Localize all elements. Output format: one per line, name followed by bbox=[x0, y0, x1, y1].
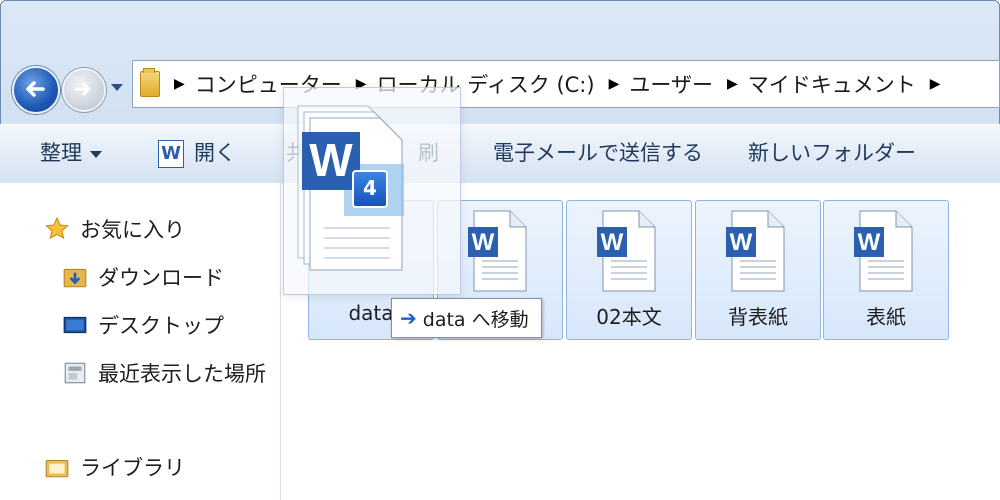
recent-places-icon bbox=[62, 360, 88, 386]
nav-item-downloads[interactable]: ダウンロード bbox=[62, 262, 224, 292]
nav-item-label: 最近表示した場所 bbox=[98, 362, 266, 386]
new-folder-button[interactable]: 新しいフォルダー bbox=[748, 137, 916, 167]
word-document-icon: W bbox=[724, 209, 788, 293]
nav-item-recent[interactable]: 最近表示した場所 bbox=[62, 358, 266, 388]
word-document-icon: W bbox=[852, 209, 916, 293]
nav-item-label: お気に入り bbox=[80, 218, 185, 242]
email-button[interactable]: 電子メールで送信する bbox=[493, 137, 703, 167]
file-label: 表紙 bbox=[866, 305, 906, 329]
forward-button[interactable] bbox=[62, 68, 106, 112]
drop-tooltip-text: data へ移動 bbox=[422, 308, 529, 331]
move-arrow-icon: ➔ bbox=[400, 306, 417, 330]
desktop-icon bbox=[62, 312, 88, 338]
organize-label: 整理 bbox=[40, 141, 82, 165]
open-button[interactable]: W 開く bbox=[158, 137, 236, 168]
file-item-spine[interactable]: W 背表紙 bbox=[695, 200, 821, 340]
file-label: 背表紙 bbox=[728, 305, 788, 329]
command-bar: 整理 W開く 共 刷 電子メールで送信する 新しいフォルダー bbox=[0, 124, 1000, 184]
chevron-down-icon bbox=[90, 150, 102, 158]
address-bar[interactable]: ▶ コンピューター ▶ ローカル ディスク (C:) ▶ ユーザー ▶ マイドキ… bbox=[132, 60, 1000, 108]
word-document-icon: W bbox=[466, 209, 530, 293]
nav-item-desktop[interactable]: デスクトップ bbox=[62, 310, 224, 340]
breadcrumb-separator-icon[interactable]: ▶ bbox=[930, 76, 941, 92]
word-icon: W bbox=[158, 140, 184, 168]
word-document-icon: W bbox=[595, 209, 659, 293]
email-label: 電子メールで送信する bbox=[493, 141, 703, 165]
nav-item-label: ライブラリ bbox=[80, 456, 185, 480]
libraries-icon bbox=[44, 454, 70, 480]
drag-count-badge: 4 bbox=[352, 170, 388, 208]
folder-icon bbox=[140, 68, 160, 97]
file-item-02-body[interactable]: W 02本文 bbox=[566, 200, 692, 340]
history-dropdown-icon[interactable] bbox=[111, 84, 123, 91]
organize-button[interactable]: 整理 bbox=[40, 137, 102, 167]
svg-text:W: W bbox=[858, 229, 881, 256]
breadcrumb-users[interactable]: ユーザー bbox=[629, 69, 713, 99]
open-label: 開く bbox=[194, 141, 236, 165]
breadcrumb-my-documents[interactable]: マイドキュメント bbox=[748, 69, 916, 99]
nav-item-label: デスクトップ bbox=[98, 314, 224, 338]
svg-text:W: W bbox=[730, 229, 753, 256]
breadcrumb-separator-icon[interactable]: ▶ bbox=[174, 76, 185, 92]
nav-item-favorites[interactable]: お気に入り bbox=[44, 214, 185, 244]
star-icon bbox=[44, 216, 70, 242]
breadcrumb-separator-icon[interactable]: ▶ bbox=[727, 76, 738, 92]
file-item-cover[interactable]: W 表紙 bbox=[823, 200, 949, 340]
svg-text:W: W bbox=[472, 229, 495, 256]
breadcrumb-separator-icon[interactable]: ▶ bbox=[609, 76, 620, 92]
new-folder-label: 新しいフォルダー bbox=[748, 141, 916, 165]
drop-tooltip: ➔ data へ移動 bbox=[391, 298, 542, 338]
svg-text:W: W bbox=[601, 229, 624, 256]
file-label: 02本文 bbox=[596, 305, 662, 329]
nav-item-label: ダウンロード bbox=[98, 266, 224, 290]
downloads-folder-icon bbox=[62, 264, 88, 290]
back-button[interactable] bbox=[12, 66, 60, 114]
nav-item-libraries[interactable]: ライブラリ bbox=[44, 452, 185, 482]
svg-text:W: W bbox=[309, 134, 353, 186]
